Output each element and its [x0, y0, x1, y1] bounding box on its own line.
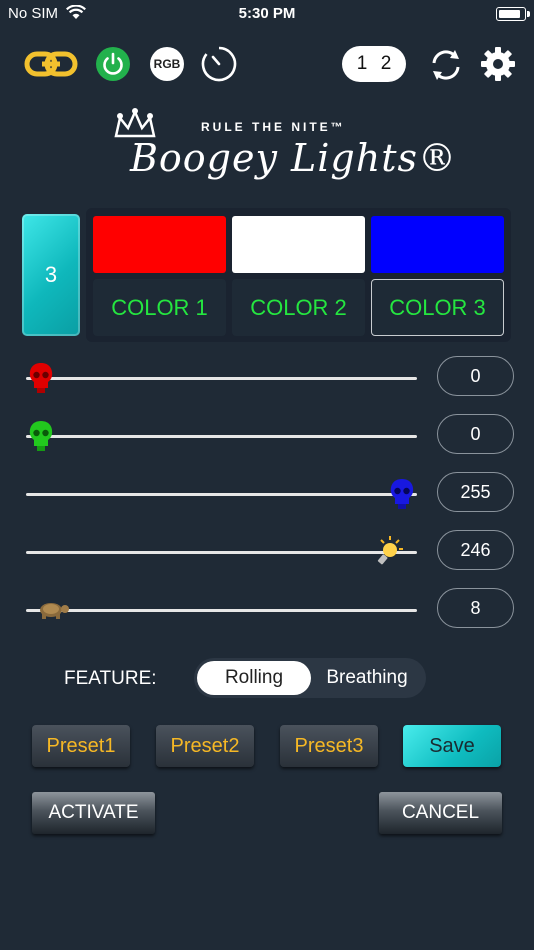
- red-slider-track[interactable]: [26, 377, 417, 380]
- save-button[interactable]: Save: [403, 725, 501, 767]
- speed-slider-track[interactable]: [26, 609, 417, 612]
- blue-value-box[interactable]: 255: [437, 472, 514, 512]
- blue-slider-track[interactable]: [26, 493, 417, 496]
- turtle-icon[interactable]: [34, 593, 70, 627]
- zone-card[interactable]: 3: [22, 214, 80, 336]
- brand-logo: RULE THE NITE™ Boogey Lights®: [108, 108, 456, 180]
- battery-icon: [496, 7, 530, 21]
- status-bar: No SIM 5:30 PM: [0, 0, 534, 28]
- red-skull-icon[interactable]: [26, 361, 56, 395]
- green-value-box[interactable]: 0: [437, 414, 514, 454]
- brightness-slider-track[interactable]: [26, 551, 417, 554]
- power-icon[interactable]: [96, 47, 130, 81]
- timer-icon[interactable]: [200, 45, 238, 83]
- zone-1-option[interactable]: 1: [357, 53, 368, 75]
- color-3-swatch[interactable]: [371, 216, 504, 273]
- brightness-value-box[interactable]: 246: [437, 530, 514, 570]
- feature-label: FEATURE:: [64, 668, 157, 689]
- rgb-icon[interactable]: RGB: [150, 47, 184, 81]
- preset-2-button[interactable]: Preset2: [156, 725, 254, 767]
- feature-toggle[interactable]: Rolling Breathing: [194, 658, 426, 698]
- logo-tagline: RULE THE NITE™: [201, 120, 346, 134]
- lightbulb-icon[interactable]: [374, 535, 404, 569]
- speed-value-box[interactable]: 8: [437, 588, 514, 628]
- preset-3-button[interactable]: Preset3: [280, 725, 378, 767]
- sync-icon[interactable]: [426, 45, 466, 85]
- zone-2-option[interactable]: 2: [381, 53, 392, 75]
- gear-icon[interactable]: [478, 44, 518, 84]
- color-1-swatch[interactable]: [93, 216, 226, 273]
- color-2-swatch[interactable]: [232, 216, 365, 273]
- color-panel: COLOR 1 COLOR 2 COLOR 3: [86, 208, 511, 342]
- blue-skull-icon[interactable]: [387, 477, 417, 511]
- zone-toggle[interactable]: 1 2: [342, 46, 406, 82]
- link-icon[interactable]: [24, 44, 78, 84]
- color-3-tab[interactable]: COLOR 3: [371, 279, 504, 336]
- breathing-option[interactable]: Breathing: [311, 661, 423, 695]
- rolling-option[interactable]: Rolling: [197, 661, 311, 695]
- color-2-tab[interactable]: COLOR 2: [232, 279, 365, 336]
- cancel-button[interactable]: CANCEL: [379, 792, 502, 834]
- green-skull-icon[interactable]: [26, 419, 56, 453]
- preset-1-button[interactable]: Preset1: [32, 725, 130, 767]
- red-value-box[interactable]: 0: [437, 356, 514, 396]
- activate-button[interactable]: ACTIVATE: [32, 792, 155, 834]
- logo-name: Boogey Lights®: [130, 136, 457, 180]
- status-time: 5:30 PM: [238, 5, 296, 22]
- color-1-tab[interactable]: COLOR 1: [93, 279, 226, 336]
- green-slider-track[interactable]: [26, 435, 417, 438]
